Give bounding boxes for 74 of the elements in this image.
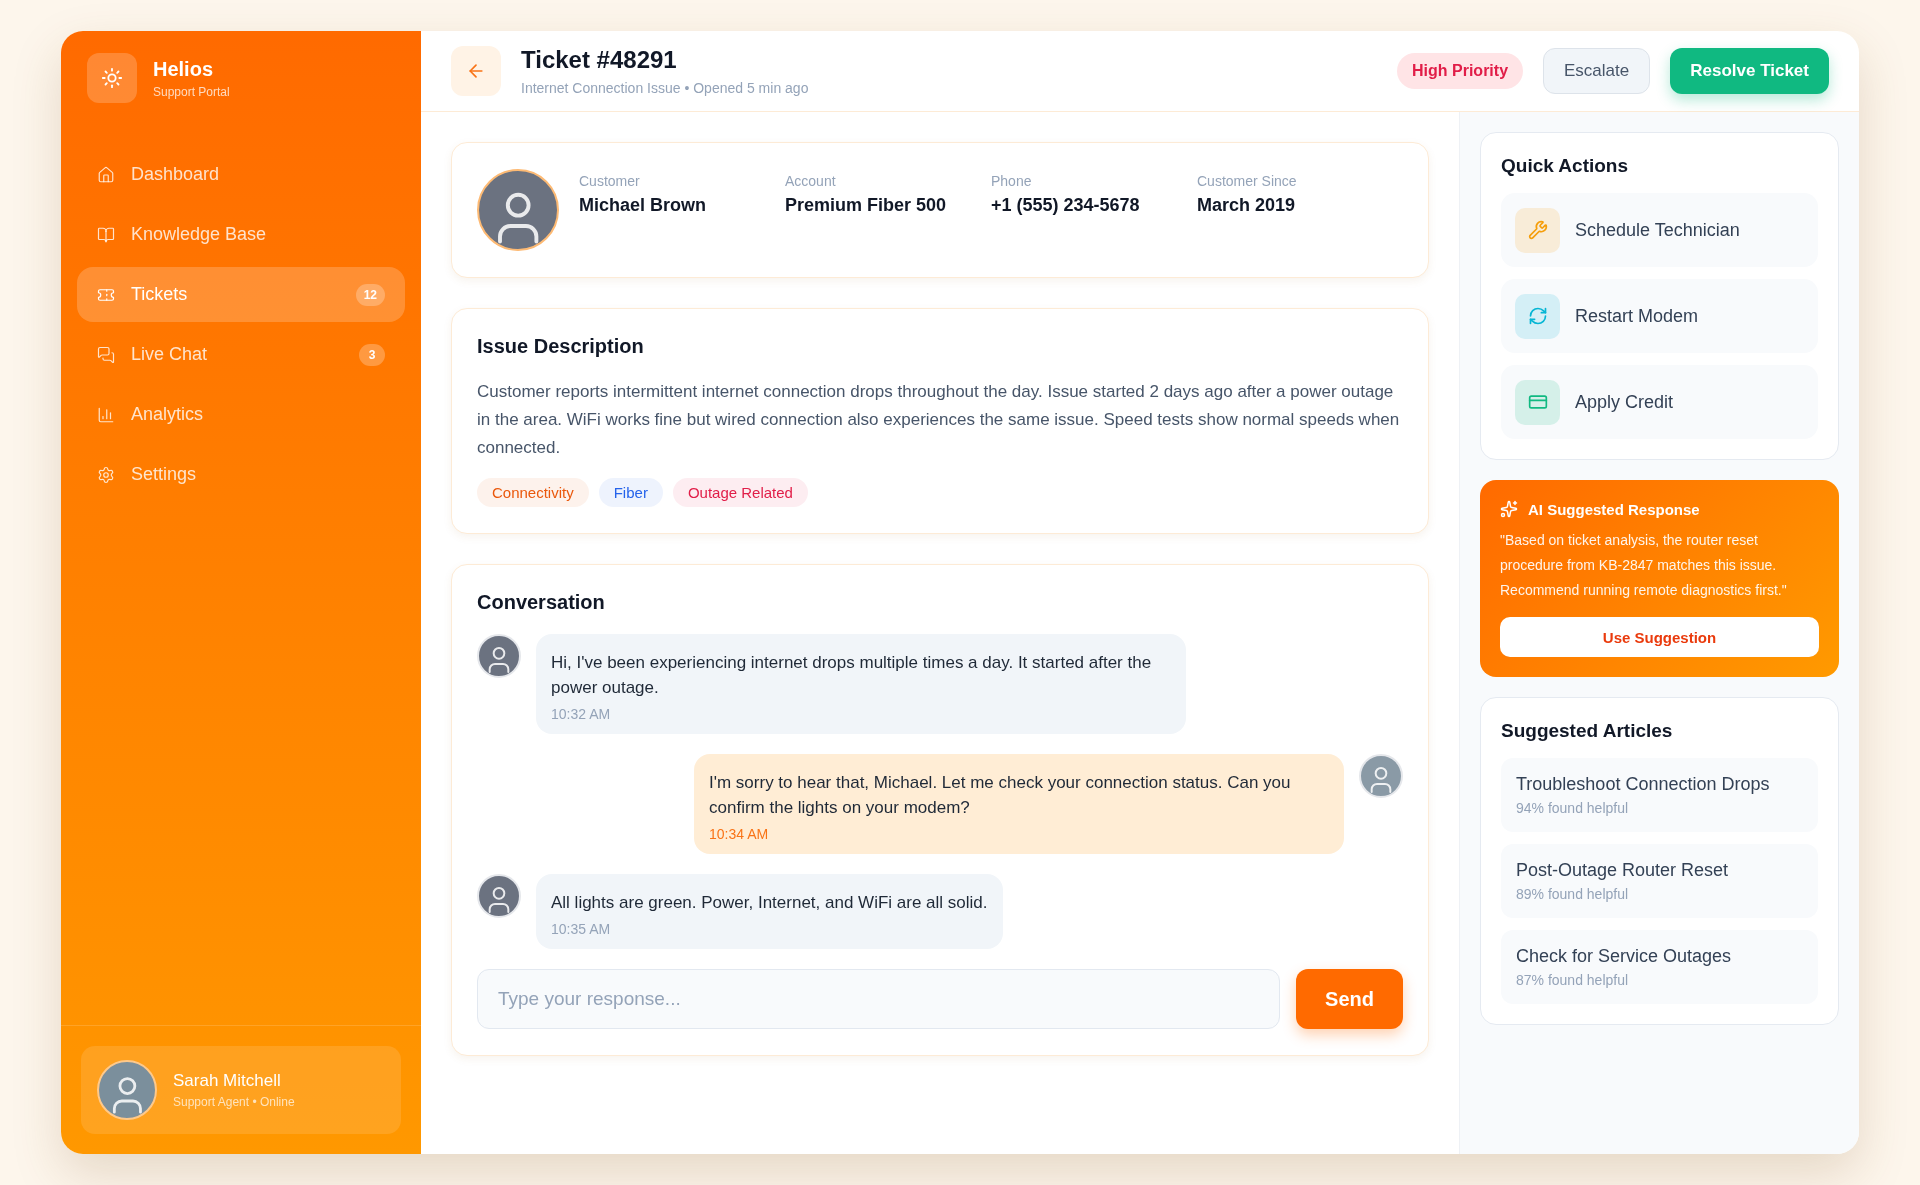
nav-label: Knowledge Base (131, 224, 268, 245)
resolve-button[interactable]: Resolve Ticket (1670, 48, 1829, 94)
field-value: March 2019 (1197, 195, 1297, 216)
tag: Connectivity (477, 478, 589, 507)
ticket-subtitle: Internet Connection Issue • Opened 5 min ago (521, 80, 809, 96)
nav-item[interactable]: Live Chat 3 (77, 327, 405, 382)
field-value: Premium Fiber 500 (785, 195, 948, 216)
settings-icon (97, 465, 115, 484)
escalate-button[interactable]: Escalate (1543, 48, 1651, 94)
field-label: Phone (991, 173, 1033, 189)
avatar-placeholder (1359, 754, 1403, 798)
field-label: Customer Since (1197, 173, 1298, 189)
article-rating: 94% found helpful (1516, 800, 1630, 816)
article-rating: 87% found helpful (1516, 972, 1630, 988)
sun-logo-icon (87, 53, 137, 103)
count-badge: 12 (355, 283, 385, 306)
quick-action[interactable]: Apply Credit (1501, 365, 1818, 439)
bar-chart-icon (97, 405, 115, 424)
field-value: Michael Brown (579, 195, 708, 216)
user-name: Sarah Mitchell (173, 1071, 282, 1091)
issue-text: Customer reports intermittent internet connection drops throughout the day. Issue started 2 days ago after a power outage in the area. WiFi works fine but wired connection also experiences the same issue. Speed tests show normal speeds when connected. (477, 381, 1401, 459)
quick-action[interactable]: Schedule Technician (1501, 193, 1818, 267)
field-label: Account (785, 173, 837, 189)
section-title: Quick Actions (1501, 155, 1630, 177)
nav-item[interactable]: Tickets 12 (77, 267, 405, 322)
nav-label: Tickets (131, 284, 189, 305)
home-icon (97, 165, 115, 184)
ai-title: AI Suggested Response (1528, 500, 1700, 518)
article-title: Troubleshoot Connection Drops (1516, 774, 1771, 795)
avatar-placeholder (97, 1060, 157, 1120)
article-item[interactable]: Check for Service Outages 87% found helpful (1501, 930, 1818, 1004)
message-text: I'm sorry to hear that, Michael. Let me check your connection status. Can you confirm the lights on your modem? (709, 772, 1292, 819)
nav-item[interactable]: Dashboard (77, 147, 405, 202)
ai-text: "Based on ticket analysis, the router reset procedure from KB-2847 matches this issue. Recommend running remote diagnostics first." (1500, 531, 1788, 600)
field-label: Customer (579, 173, 641, 189)
article-item[interactable]: Post-Outage Router Reset 89% found helpful (1501, 844, 1818, 918)
nav-item[interactable]: Settings (77, 447, 405, 502)
response-input[interactable]: Type your response... (477, 969, 1281, 1029)
message-time: 10:34 AM (709, 826, 770, 842)
section-title: Suggested Articles (1501, 720, 1674, 742)
avatar-placeholder (477, 634, 521, 678)
back-button[interactable] (451, 46, 501, 96)
section-title: Conversation (477, 591, 606, 614)
ticket-title: Ticket #48291 (521, 46, 678, 74)
use-suggestion-button[interactable]: Use Suggestion (1500, 617, 1819, 657)
nav-label: Live Chat (131, 344, 209, 365)
nav-item[interactable]: Knowledge Base (77, 207, 405, 262)
send-button[interactable]: Send (1296, 969, 1403, 1029)
brand-name: Helios (153, 57, 215, 81)
article-title: Post-Outage Router Reset (1516, 860, 1730, 881)
user-role: Support Agent • Online (173, 1095, 295, 1109)
sparkles-icon (1500, 500, 1518, 518)
avatar-placeholder (477, 874, 521, 918)
count-badge: 3 (359, 343, 385, 366)
message-text: All lights are green. Power, Internet, and WiFi are all solid. (551, 892, 988, 914)
section-title: Issue Description (477, 335, 645, 358)
message-text: Hi, I've been experiencing internet drops multiple times a day. It started after the power outage. (551, 652, 1153, 699)
brand-subtitle: Support Portal (153, 84, 230, 99)
nav-label: Analytics (131, 404, 205, 425)
article-item[interactable]: Troubleshoot Connection Drops 94% found helpful (1501, 758, 1818, 832)
quick-action[interactable]: Restart Modem (1501, 279, 1818, 353)
nav-label: Settings (131, 464, 198, 485)
article-rating: 89% found helpful (1516, 886, 1630, 902)
tag: Outage Related (672, 478, 808, 507)
tag: Fiber (598, 478, 663, 507)
chat-icon (97, 345, 115, 364)
field-value: +1 (555) 234-5678 (991, 195, 1141, 216)
nav-label: Dashboard (131, 164, 221, 185)
nav-item[interactable]: Analytics (77, 387, 405, 442)
article-title: Check for Service Outages (1516, 946, 1733, 967)
priority-badge: High Priority (1397, 53, 1524, 89)
message-time: 10:32 AM (551, 706, 612, 722)
book-icon (97, 225, 115, 244)
message-time: 10:35 AM (551, 921, 612, 937)
